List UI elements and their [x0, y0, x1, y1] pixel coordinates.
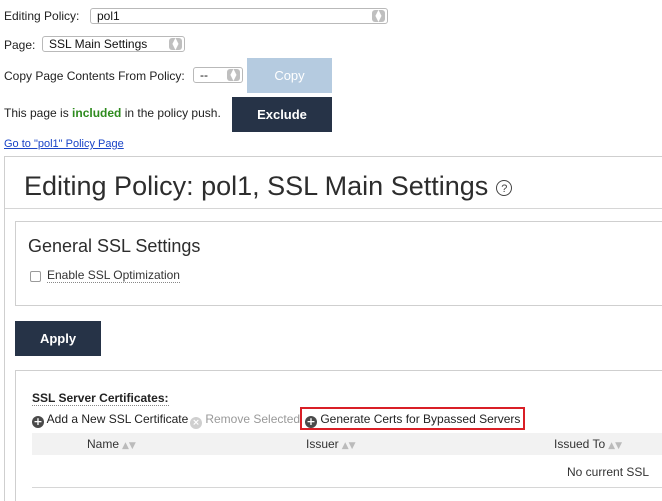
column-header-issuer[interactable]: Issuer ▲▼ [306, 437, 356, 451]
policy-select[interactable]: pol1 ▲ ▼ [90, 8, 388, 24]
goto-policy-page-link[interactable]: Go to "pol1" Policy Page [4, 138, 124, 150]
help-icon[interactable]: ? [496, 179, 513, 196]
apply-button[interactable]: Apply [15, 321, 101, 356]
x-circle-icon: × [190, 417, 202, 429]
policy-select-value: pol1 [97, 9, 120, 23]
page-select[interactable]: SSL Main Settings ▲ ▼ [42, 36, 185, 52]
column-issued-to-label: Issued To [554, 437, 606, 451]
sort-icon: ▲▼ [608, 441, 622, 451]
column-header-name[interactable]: Name ▲▼ [87, 437, 136, 451]
add-ssl-certificate-action[interactable]: + Add a New SSL Certificate [32, 412, 188, 428]
remove-selected-action[interactable]: × Remove Selected [190, 412, 300, 429]
copy-policy-select-value: -- [200, 68, 208, 82]
page-select-value: SSL Main Settings [49, 37, 148, 51]
updown-arrows-icon: ▲ ▼ [169, 37, 182, 51]
push-status-value: included [72, 106, 122, 120]
push-status-prefix: This page is [4, 106, 73, 120]
copy-button[interactable]: Copy [247, 58, 332, 93]
generate-certs-label: Generate Certs for Bypassed Servers [320, 412, 521, 426]
plus-circle-icon: + [32, 415, 44, 428]
editing-policy-label: Editing Policy: [4, 9, 80, 23]
empty-table-message: No current SSL [567, 465, 650, 479]
table-bottom-divider [32, 487, 662, 488]
sort-icon: ▲▼ [341, 441, 356, 451]
sort-icon: ▲▼ [122, 441, 136, 451]
copy-from-policy-label: Copy Page Contents From Policy: [4, 69, 185, 83]
exclude-button[interactable]: Exclude [232, 97, 332, 132]
general-ssl-settings-title: General SSL Settings [28, 236, 201, 256]
plus-circle-icon: + [305, 415, 317, 428]
add-ssl-certificate-label: Add a New SSL Certificate [46, 412, 189, 426]
page-title-text: Editing Policy: pol1, SSL Main Settings [24, 171, 489, 201]
enable-ssl-optimization-label[interactable]: Enable SSL Optimization [47, 268, 180, 283]
generate-certs-bypassed-servers-action[interactable]: + Generate Certs for Bypassed Servers [300, 407, 526, 430]
policy-push-status: This page is included in the policy push… [4, 106, 221, 120]
push-status-suffix: in the policy push. [121, 106, 221, 120]
updown-arrows-icon: ▲ ▼ [227, 68, 240, 82]
column-header-issued-to[interactable]: Issued To ▲▼ [554, 437, 622, 451]
page-label: Page: [4, 38, 36, 52]
general-ssl-settings-panel [15, 221, 662, 306]
ssl-server-certificates-title: SSL Server Certificates: [32, 391, 169, 406]
enable-ssl-optimization-checkbox[interactable] [30, 271, 41, 282]
page-title: Editing Policy: pol1, SSL Main Settings? [24, 171, 513, 202]
title-divider [5, 208, 662, 209]
remove-selected-label: Remove Selected [205, 412, 301, 426]
updown-arrows-icon: ▲ ▼ [372, 9, 385, 23]
column-name-label: Name [87, 437, 120, 451]
copy-policy-select[interactable]: -- ▲ ▼ [193, 67, 243, 83]
column-issuer-label: Issuer [306, 437, 339, 451]
